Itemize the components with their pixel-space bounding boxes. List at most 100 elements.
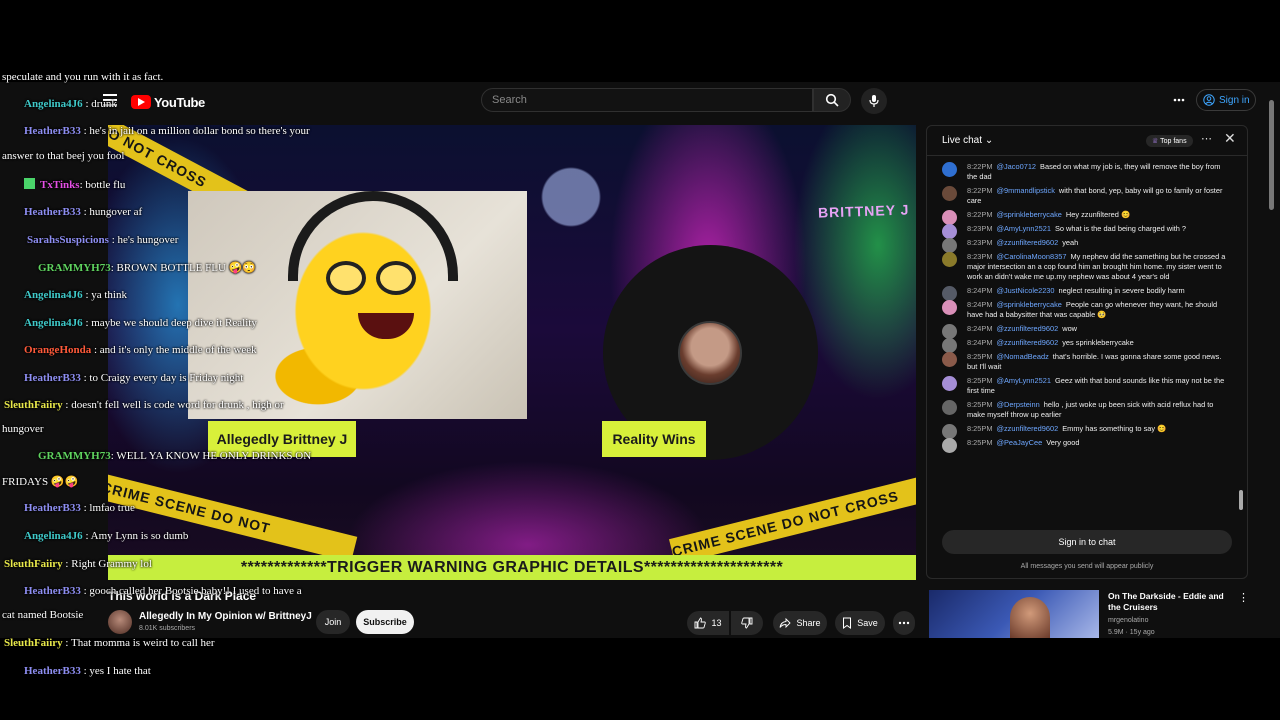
bookmark-icon (843, 617, 852, 629)
chat-message[interactable]: 8:23PM @CarolinaMoon8357 My nephew did the… (927, 252, 1235, 282)
chat-avatar (942, 438, 957, 453)
chat-message[interactable]: 8:25PM @zzunfiltered9602 Emmy has somethin… (927, 424, 1235, 439)
like-button[interactable]: 13 (687, 611, 729, 635)
chat-time: 8:24PM (967, 324, 993, 333)
chat-time: 8:24PM (967, 338, 993, 347)
chat-username[interactable]: @Jaco0712 (996, 162, 1036, 171)
chat-username[interactable]: @zzunfiltered9602 (996, 324, 1058, 333)
overlay-text: answer to that beej you fool (2, 150, 125, 162)
settings-kebab-icon[interactable] (1170, 90, 1188, 110)
overlay-chat-line: HeatherB33 : lmfao true (24, 502, 135, 514)
overlay-chat-line: Angelina4J6 : ya think (24, 289, 127, 301)
join-button[interactable]: Join (316, 610, 350, 634)
search-icon (825, 93, 839, 107)
overlay-text: : ya think (82, 289, 127, 301)
search-button[interactable] (813, 88, 851, 112)
save-button[interactable]: Save (835, 611, 885, 635)
like-count: 13 (711, 618, 722, 628)
voice-search-button[interactable] (861, 88, 887, 114)
chat-message[interactable]: 8:22PM @Jaco0712 Based on what my job is, … (927, 162, 1235, 182)
chat-message[interactable]: 8:23PM @AmyLynn2521 So what is the dad bei… (927, 224, 1235, 239)
chat-username[interactable]: @sprinkleberrycake (996, 300, 1061, 309)
chat-time: 8:25PM (967, 438, 993, 447)
chat-avatar (942, 376, 957, 391)
recommended-menu-icon[interactable]: ⋮ (1238, 591, 1249, 604)
chat-username[interactable]: @CarolinaMoon8357 (996, 252, 1066, 261)
overlay-text: : he's in jail on a million dollar bond … (80, 125, 310, 137)
overlay-chat-line: Angelina4J6 : Amy Lynn is so dumb (24, 530, 188, 542)
chat-username[interactable]: @zzunfiltered9602 (996, 424, 1058, 433)
chat-username[interactable]: @AmyLynn2521 (996, 376, 1050, 385)
chat-message[interactable]: 8:25PM @AmyLynn2521 Geez with that bond so… (927, 376, 1235, 396)
overlay-username: HeatherB33 (24, 502, 81, 514)
chat-menu-icon[interactable]: ⋯ (1201, 132, 1212, 145)
chat-text: Emmy has something to say 😊 (1062, 424, 1167, 433)
chat-username[interactable]: @sprinkleberrycake (996, 210, 1061, 219)
pixel-badge-icon (24, 178, 35, 189)
sign-in-label: Sign in (1219, 94, 1250, 106)
chat-message[interactable]: 8:25PM @NomadBeadz that's horrible. I was … (927, 352, 1235, 372)
share-button[interactable]: Share (773, 611, 827, 635)
chat-time: 8:25PM (967, 400, 993, 409)
overlay-username: HeatherB33 (24, 206, 81, 218)
search-input[interactable]: Search (481, 88, 813, 112)
chat-message[interactable]: 8:25PM @PeaJayCee Very good (927, 438, 1235, 453)
overlay-username: Angelina4J6 (24, 289, 83, 301)
recommended-video-title[interactable]: On The Darkside - Eddie and the Cruisers (1108, 591, 1238, 613)
subscribe-button[interactable]: Subscribe (356, 610, 414, 634)
overlay-chat-line: SleuthFaiiry : Right Grammy lol (4, 558, 152, 570)
overlay-chat-line: HeatherB33 : hungover af (24, 206, 142, 218)
chat-username[interactable]: @NomadBeadz (996, 352, 1048, 361)
guest-name-label: Reality Wins (602, 421, 706, 457)
overlay-chat-line: Angelina4J6 : maybe we should deep dive … (24, 317, 257, 329)
chat-message[interactable]: 8:24PM @sprinkleberrycake People can go wh… (927, 300, 1235, 320)
crime-tape: CRIME SCENE DO NOT CROSS (669, 471, 916, 565)
chat-username[interactable]: @zzunfiltered9602 (996, 338, 1058, 347)
sign-in-button[interactable]: Sign in (1196, 89, 1256, 111)
chat-message[interactable]: 8:22PM @sprinkleberrycake Hey zzunfiltered… (927, 210, 1235, 225)
thumbs-up-icon (695, 617, 707, 629)
overlay-chat-line: HeatherB33 : to Craigy every day is Frid… (24, 372, 243, 384)
chat-scrollbar[interactable] (1238, 160, 1244, 520)
chat-message[interactable]: 8:24PM @JustNicole2230 neglect resulting i… (927, 286, 1235, 301)
chat-message[interactable]: 8:22PM @9mmandlipstick with that bond, yep… (927, 186, 1235, 206)
close-icon[interactable]: ✕ (1224, 130, 1236, 147)
overlay-username: Angelina4J6 (24, 317, 83, 329)
chat-username[interactable]: @JustNicole2230 (996, 286, 1054, 295)
chat-username[interactable]: @zzunfiltered9602 (996, 238, 1058, 247)
chat-avatar (942, 224, 957, 239)
dislike-button[interactable] (731, 611, 763, 635)
live-chat-title[interactable]: Live chat ⌄ (942, 135, 993, 146)
top-fans-filter[interactable]: ♕ Top fans (1146, 135, 1193, 147)
overlay-text: : lmfao true (80, 502, 135, 514)
chat-time: 8:24PM (967, 286, 993, 295)
chat-username[interactable]: @AmyLynn2521 (996, 224, 1050, 233)
chat-message[interactable]: 8:24PM @zzunfiltered9602 yes sprinkleberry… (927, 338, 1235, 353)
chat-username[interactable]: @9mmandlipstick (996, 186, 1054, 195)
chat-username[interactable]: @Derpsteinn (996, 400, 1039, 409)
overlay-chat-line: OrangeHonda : and it's only the middle o… (24, 344, 257, 356)
overlay-username: GRAMMYH73 (38, 262, 111, 274)
overlay-text: : BROWN BOTTLE FLU 🤪😳 (110, 262, 257, 274)
overlay-username: SleuthFaiiry (4, 637, 63, 649)
overlay-username: TxTinks (40, 179, 80, 191)
more-actions-icon[interactable] (893, 611, 915, 635)
chat-avatar (942, 324, 957, 339)
chat-message[interactable]: 8:23PM @zzunfiltered9602 yeah (927, 238, 1235, 253)
chat-message[interactable]: 8:24PM @zzunfiltered9602 wow (927, 324, 1235, 339)
overlay-text: : gooch called her Bootsie baby!! I used… (80, 585, 302, 597)
page-scrollbar[interactable] (1268, 90, 1276, 638)
overlay-chat-line: Angelina4J6 : drunk (24, 98, 117, 110)
overlay-text: : to Craigy every day is Friday night (80, 372, 244, 384)
chat-time: 8:23PM (967, 252, 993, 261)
recommended-channel: mrgenolatino (1108, 617, 1149, 624)
chat-avatar (942, 352, 957, 367)
chat-message[interactable]: 8:25PM @Derpsteinn hello , just woke up be… (927, 400, 1235, 420)
chat-avatar (942, 186, 957, 201)
chat-public-note: All messages you send will appear public… (1020, 563, 1154, 570)
sign-in-to-chat-button[interactable]: Sign in to chat (942, 530, 1232, 554)
thumbs-down-icon (741, 617, 753, 629)
chat-username[interactable]: @PeaJayCee (996, 438, 1042, 447)
chat-message-list[interactable]: 8:22PM @Jaco0712 Based on what my job is, … (927, 158, 1235, 520)
overlay-chat-line: hungover (2, 423, 44, 435)
